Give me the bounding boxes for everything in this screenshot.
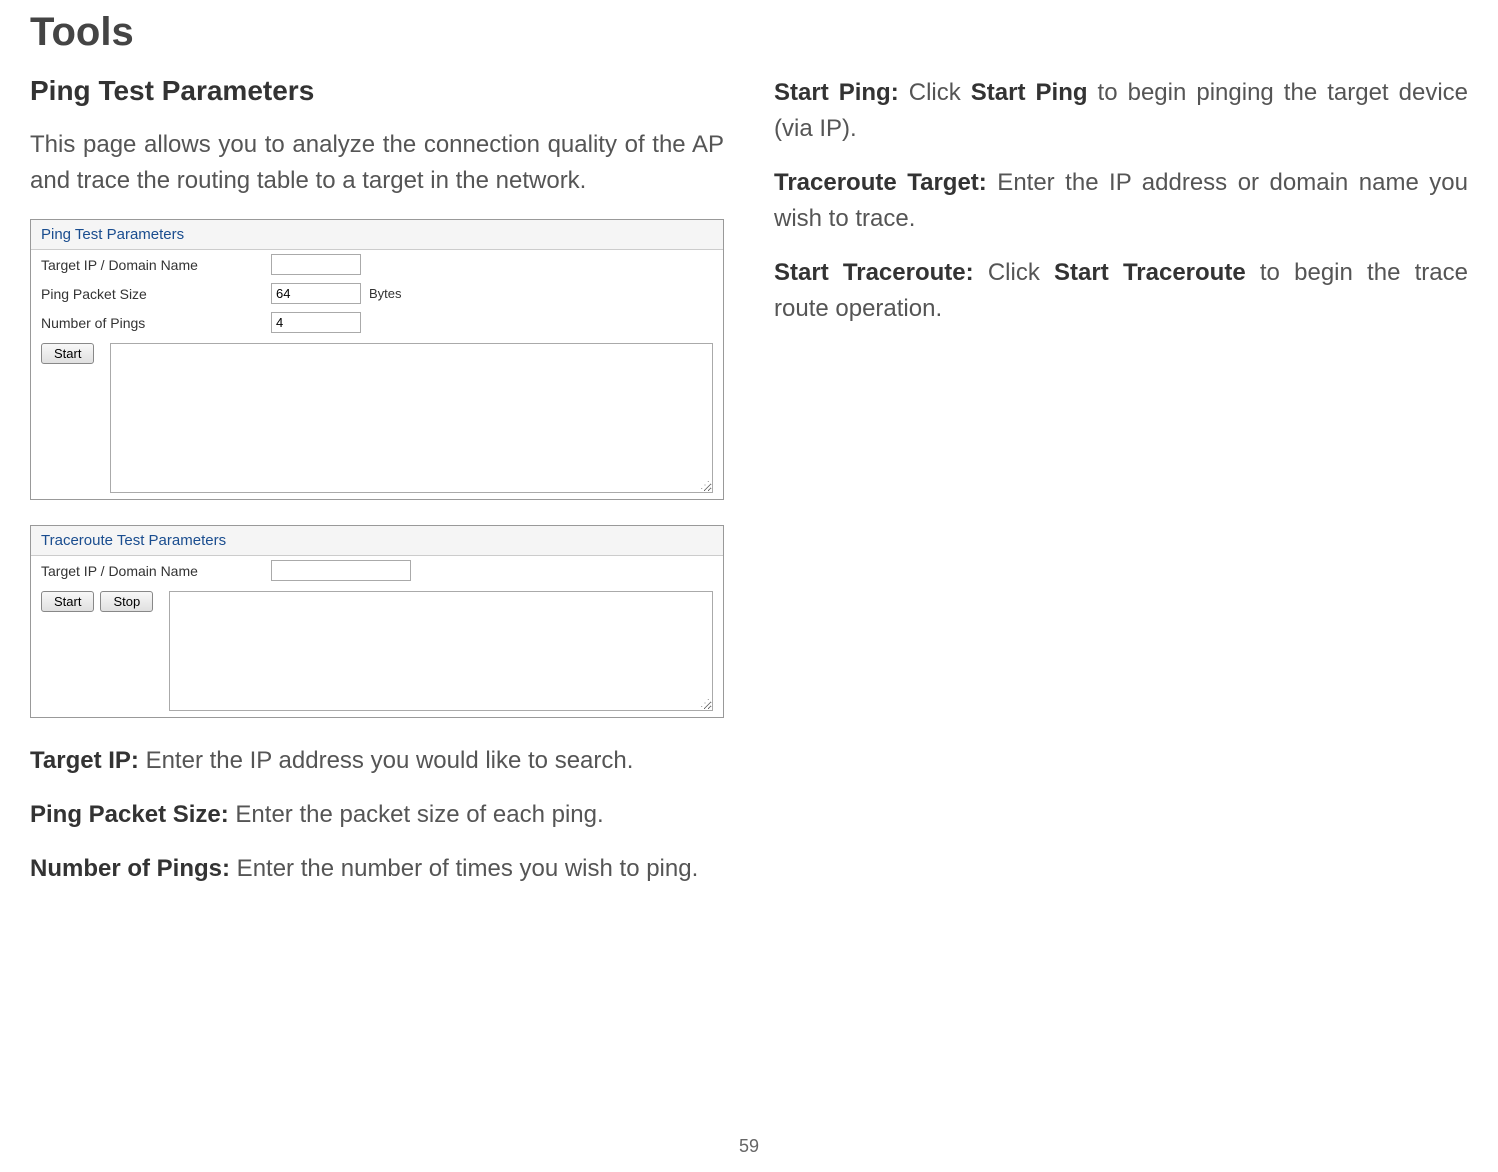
def-ping-packet-size-text: Enter the packet size of each ping.: [229, 801, 604, 828]
traceroute-stop-button[interactable]: Stop: [100, 591, 153, 612]
traceroute-target-input[interactable]: [271, 560, 411, 581]
ping-num-input[interactable]: [271, 312, 361, 333]
def-start-traceroute-bold: Start Traceroute: [1054, 259, 1246, 286]
def-start-ping-text1: Click: [899, 79, 971, 106]
def-start-ping-term: Start Ping:: [774, 79, 899, 106]
traceroute-panel: Traceroute Test Parameters Target IP / D…: [30, 525, 724, 718]
ping-panel-header: Ping Test Parameters: [31, 220, 723, 250]
def-ping-packet-size-term: Ping Packet Size:: [30, 801, 229, 828]
page-number: 59: [739, 1136, 759, 1157]
ping-target-input[interactable]: [271, 254, 361, 275]
def-target-ip-term: Target IP:: [30, 747, 139, 774]
right-column: Start Ping: Click Start Ping to begin pi…: [774, 75, 1468, 905]
ping-target-label: Target IP / Domain Name: [41, 257, 271, 273]
left-column: Ping Test Parameters This page allows yo…: [30, 75, 724, 905]
ping-start-button[interactable]: Start: [41, 343, 94, 364]
resize-handle-icon: ⋰: [700, 698, 710, 708]
traceroute-output-area[interactable]: ⋰: [169, 591, 713, 711]
traceroute-start-button[interactable]: Start: [41, 591, 94, 612]
page-title: Tools: [30, 10, 1468, 55]
def-number-of-pings-term: Number of Pings:: [30, 855, 230, 882]
def-start-ping-bold: Start Ping: [971, 79, 1088, 106]
resize-handle-icon: ⋰: [700, 480, 710, 490]
ping-panel: Ping Test Parameters Target IP / Domain …: [30, 219, 724, 500]
def-traceroute-target-term: Traceroute Target:: [774, 169, 987, 196]
def-number-of-pings: Number of Pings: Enter the number of tim…: [30, 851, 724, 887]
def-target-ip: Target IP: Enter the IP address you woul…: [30, 743, 724, 779]
def-start-ping: Start Ping: Click Start Ping to begin pi…: [774, 75, 1468, 147]
def-ping-packet-size: Ping Packet Size: Enter the packet size …: [30, 797, 724, 833]
section-title: Ping Test Parameters: [30, 75, 724, 107]
intro-text: This page allows you to analyze the conn…: [30, 127, 724, 199]
ping-packet-size-label: Ping Packet Size: [41, 286, 271, 302]
ping-output-area[interactable]: ⋰: [110, 343, 713, 493]
traceroute-target-label: Target IP / Domain Name: [41, 563, 271, 579]
def-target-ip-text: Enter the IP address you would like to s…: [139, 747, 634, 774]
ping-packet-size-unit: Bytes: [369, 286, 402, 301]
def-start-traceroute-text1: Click: [974, 259, 1054, 286]
def-start-traceroute: Start Traceroute: Click Start Traceroute…: [774, 255, 1468, 327]
traceroute-panel-header: Traceroute Test Parameters: [31, 526, 723, 556]
ping-num-label: Number of Pings: [41, 315, 271, 331]
def-start-traceroute-term: Start Traceroute:: [774, 259, 974, 286]
ping-packet-size-input[interactable]: [271, 283, 361, 304]
def-number-of-pings-text: Enter the number of times you wish to pi…: [230, 855, 698, 882]
def-traceroute-target: Traceroute Target: Enter the IP address …: [774, 165, 1468, 237]
